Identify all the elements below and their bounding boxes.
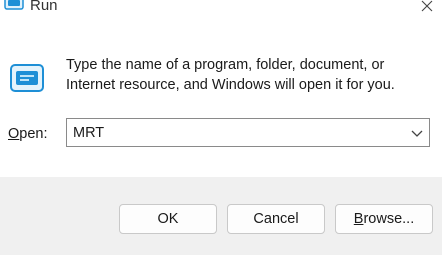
open-label: Open: bbox=[8, 126, 48, 142]
open-combobox[interactable] bbox=[66, 118, 430, 147]
window-title: Run bbox=[30, 0, 58, 14]
cancel-button[interactable]: Cancel bbox=[227, 204, 325, 234]
browse-label: rowse... bbox=[363, 211, 415, 227]
chevron-down-icon[interactable] bbox=[409, 125, 425, 141]
ok-button[interactable]: OK bbox=[119, 204, 217, 234]
run-icon bbox=[10, 64, 44, 92]
open-input[interactable] bbox=[67, 119, 397, 146]
dialog-description: Type the name of a program, folder, docu… bbox=[66, 55, 436, 95]
close-icon bbox=[421, 0, 433, 12]
browse-button[interactable]: Browse... bbox=[335, 204, 433, 234]
close-button[interactable] bbox=[412, 0, 442, 18]
description-line: Type the name of a program, folder, docu… bbox=[66, 57, 385, 73]
run-icon bbox=[4, 0, 24, 10]
open-label-text: pen: bbox=[19, 126, 48, 142]
open-label-accelerator: O bbox=[8, 126, 20, 142]
title-bar: Run bbox=[0, 0, 442, 20]
browse-accelerator: B bbox=[353, 211, 364, 227]
description-line: Internet resource, and Windows will open… bbox=[66, 77, 395, 93]
